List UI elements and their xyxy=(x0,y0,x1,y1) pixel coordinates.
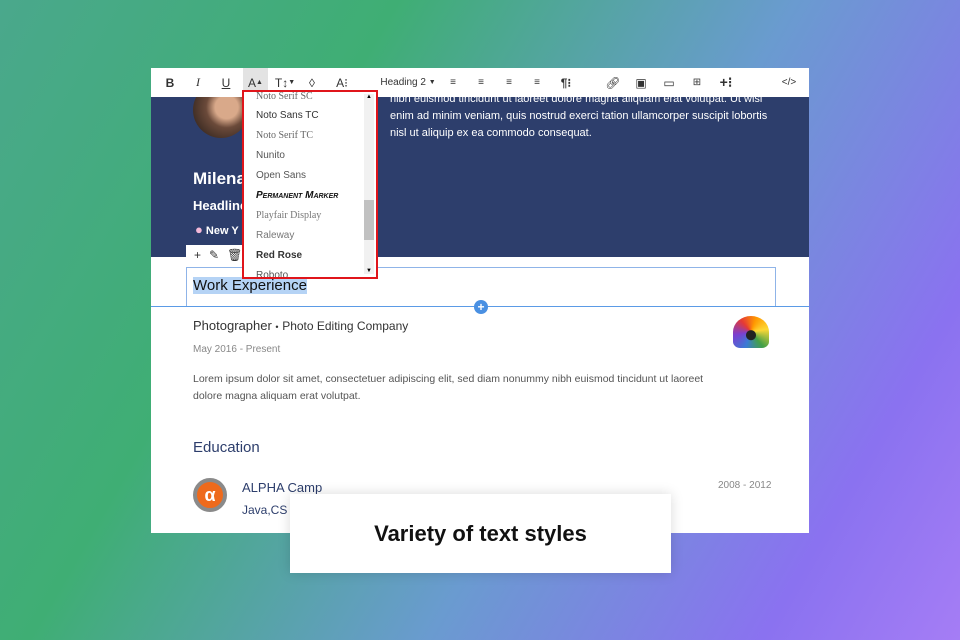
video-icon[interactable]: ▭ xyxy=(662,68,676,97)
font-option[interactable]: Nunito xyxy=(256,150,285,161)
school-logo: α xyxy=(193,478,227,512)
underline-button[interactable]: U xyxy=(219,68,233,97)
insert-more-button[interactable]: +⁝ xyxy=(717,68,735,97)
profile-bio[interactable]: nibh euismod tincidunt ut laoreet dolore… xyxy=(390,91,770,142)
code-view-button[interactable]: </> xyxy=(779,68,799,97)
block-style-select[interactable]: Heading 2 ▼ xyxy=(378,68,438,97)
caption-banner: Variety of text styles xyxy=(290,494,671,573)
separator: • xyxy=(275,322,279,332)
dropdown-scrollbar[interactable]: ▲ ▼ xyxy=(364,94,374,274)
scroll-up-icon[interactable]: ▲ xyxy=(366,94,372,100)
add-section-button[interactable]: + xyxy=(474,300,488,314)
job-line: Photographer • Photo Editing Company xyxy=(193,318,408,333)
company-logo xyxy=(733,316,769,348)
link-icon[interactable]: 🔗︎ xyxy=(605,68,620,97)
company-name[interactable]: Photo Editing Company xyxy=(282,319,408,333)
location-text: New Y xyxy=(205,225,239,237)
text-size-icon: T↕ xyxy=(274,75,289,90)
font-option[interactable]: Noto Serif SC xyxy=(256,92,313,102)
align-center-icon[interactable]: ≡ xyxy=(475,68,487,97)
school-detail[interactable]: Java,CS xyxy=(242,503,287,517)
profile-name[interactable]: Milena xyxy=(193,169,246,189)
scrollbar-thumb[interactable] xyxy=(364,200,374,240)
block-toolbar: + ✎ 🗑︎ xyxy=(186,245,248,265)
school-name[interactable]: ALPHA Camp xyxy=(242,480,322,495)
job-dates: May 2016 - Present xyxy=(193,344,281,355)
section-title[interactable]: Work Experience xyxy=(193,277,307,294)
profile-location[interactable]: ● New Y xyxy=(195,222,239,237)
font-option[interactable]: Raleway xyxy=(256,230,294,241)
font-option[interactable]: Red Rose xyxy=(256,250,302,261)
italic-button[interactable]: I xyxy=(191,68,205,97)
font-option[interactable]: Roboto xyxy=(256,270,288,277)
location-pin-icon: ● xyxy=(195,222,203,237)
job-description[interactable]: Lorem ipsum dolor sit amet, consectetuer… xyxy=(193,371,723,405)
image-icon[interactable]: ▣ xyxy=(634,68,648,97)
font-option[interactable]: Playfair Display xyxy=(256,210,321,221)
align-right-icon[interactable]: ≡ xyxy=(503,68,515,97)
font-color-icon: A xyxy=(248,75,257,90)
scroll-down-icon[interactable]: ▼ xyxy=(366,268,372,274)
align-left-icon[interactable]: ≡ xyxy=(447,68,459,97)
delete-icon[interactable]: 🗑︎ xyxy=(227,248,242,262)
education-heading[interactable]: Education xyxy=(193,439,260,456)
edit-icon[interactable]: ✎ xyxy=(209,248,219,262)
add-block-icon[interactable]: + xyxy=(194,248,201,262)
bold-button[interactable]: B xyxy=(163,68,177,97)
job-title[interactable]: Photographer xyxy=(193,318,272,333)
block-style-value: Heading 2 xyxy=(380,77,426,88)
paragraph-button[interactable]: ¶⁝ xyxy=(558,68,574,97)
education-dates: 2008 - 2012 xyxy=(718,480,772,491)
profile-headline[interactable]: Headline xyxy=(193,198,247,213)
qr-icon[interactable]: ⊞ xyxy=(690,68,704,97)
align-justify-icon[interactable]: ≡ xyxy=(531,68,543,97)
font-option[interactable]: Open Sans xyxy=(256,170,306,181)
font-family-dropdown[interactable]: Noto Serif SC Noto Sans TC Noto Serif TC… xyxy=(242,90,378,279)
font-option[interactable]: Noto Serif TC xyxy=(256,130,313,141)
font-option[interactable]: Permanent Marker xyxy=(256,190,338,201)
font-option[interactable]: Noto Sans TC xyxy=(256,110,319,121)
